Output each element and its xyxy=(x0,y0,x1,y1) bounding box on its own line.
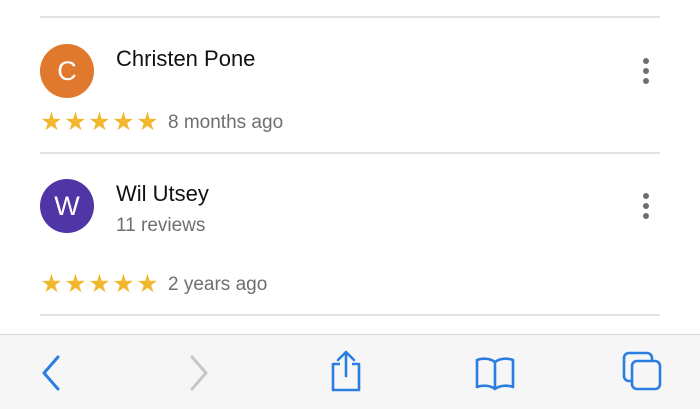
star-icon: ★ xyxy=(112,108,135,136)
star-icon: ★ xyxy=(88,108,111,136)
reviewer-name[interactable]: Wil Utsey xyxy=(116,181,209,207)
star-icon: ★ xyxy=(40,270,63,298)
star-icon: ★ xyxy=(64,108,87,136)
review-count: 11 reviews xyxy=(116,215,206,236)
review-time: 2 years ago xyxy=(168,274,268,295)
browser-toolbar xyxy=(0,334,700,409)
forward-icon[interactable] xyxy=(186,353,212,393)
reviews-page: C Christen Pone ★ ★ ★ ★ ★ 8 months ago W… xyxy=(0,0,700,409)
star-icon: ★ xyxy=(88,270,111,298)
star-icon: ★ xyxy=(112,270,135,298)
star-icon: ★ xyxy=(40,108,63,136)
divider xyxy=(40,152,660,154)
star-rating: ★ ★ ★ ★ ★ xyxy=(40,108,159,136)
back-icon[interactable] xyxy=(38,353,64,393)
divider xyxy=(40,16,660,18)
bookmarks-icon[interactable] xyxy=(474,355,516,391)
more-options-icon[interactable] xyxy=(636,193,656,221)
reviewer-name[interactable]: Christen Pone xyxy=(116,46,255,72)
share-icon[interactable] xyxy=(328,349,364,393)
star-rating: ★ ★ ★ ★ ★ xyxy=(40,270,159,298)
star-icon: ★ xyxy=(64,270,87,298)
star-icon: ★ xyxy=(136,270,159,298)
tabs-icon[interactable] xyxy=(622,351,664,393)
avatar[interactable]: C xyxy=(40,44,94,98)
review-time: 8 months ago xyxy=(168,112,284,133)
divider xyxy=(40,314,660,316)
avatar[interactable]: W xyxy=(40,179,94,233)
star-icon: ★ xyxy=(136,108,159,136)
more-options-icon[interactable] xyxy=(636,58,656,86)
